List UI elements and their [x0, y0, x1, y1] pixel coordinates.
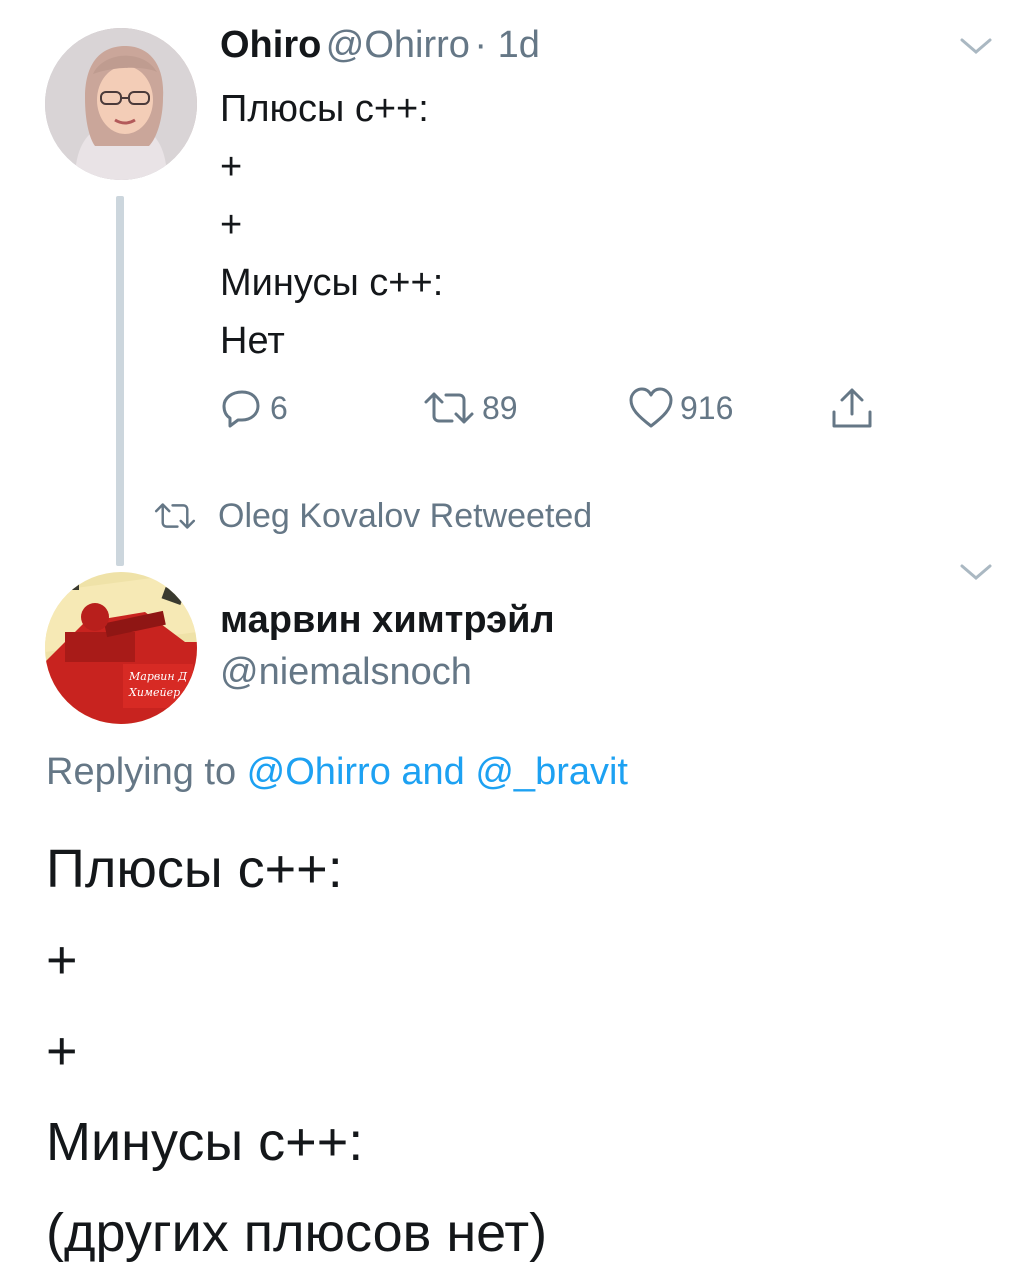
retweet-button[interactable]: 89 — [422, 386, 518, 430]
like-count: 916 — [680, 389, 734, 426]
tweet2-line: (других плюсов нет) — [46, 1203, 548, 1263]
avatar-niemalsnoch[interactable]: Марвин Д Химейер — [45, 572, 197, 724]
replying-to: Replying to @Ohirro and @_bravit — [46, 748, 996, 796]
like-icon — [629, 387, 673, 428]
avatar-ohiro[interactable] — [45, 28, 197, 180]
tweet2-line: + — [46, 1021, 78, 1081]
chevron-down-icon[interactable] — [956, 30, 996, 60]
reply-icon — [222, 390, 260, 428]
tweet1-line: Нет — [220, 320, 285, 362]
share-button[interactable] — [828, 384, 876, 432]
tweet2-handle[interactable]: @niemalsnoch — [220, 646, 960, 698]
tweet1-time[interactable]: · 1d — [474, 24, 539, 66]
retweet-icon — [424, 392, 474, 424]
tweet1-body: Плюсы с++: + + Минусы с++: Нет — [220, 80, 960, 370]
chevron-down-icon[interactable] — [956, 556, 996, 586]
tweet2-line: + — [46, 930, 78, 990]
reply-button[interactable]: 6 — [220, 386, 288, 430]
tweet1-name[interactable]: Ohiro — [220, 24, 321, 66]
tweet1-header: Ohiro @Ohirro · 1d — [220, 24, 960, 72]
share-icon — [832, 388, 872, 428]
tweet1-line: + — [220, 146, 243, 188]
tweet2-line: Минусы с++: — [46, 1112, 364, 1172]
retweet-notice[interactable]: Oleg Kovalov Retweeted — [150, 496, 592, 536]
retweet-count: 89 — [482, 389, 518, 426]
mention-ohirro[interactable]: @Ohirro — [247, 751, 391, 793]
avatar-poster-icon: Марвин Д Химейер — [45, 572, 197, 724]
svg-text:Химейер: Химейер — [128, 686, 180, 699]
replying-and: and — [390, 751, 476, 793]
tweet2-line: Плюсы с++: — [46, 839, 343, 899]
tweet1-line: + — [220, 204, 243, 246]
thread-line — [116, 196, 124, 566]
tweet2-name[interactable]: марвин химтрэйл — [220, 594, 960, 646]
like-button[interactable]: 916 — [628, 386, 733, 430]
retweet-notice-text: Oleg Kovalov Retweeted — [218, 496, 593, 535]
svg-text:Марвин Д: Марвин Д — [128, 670, 188, 683]
replying-prefix: Replying to — [46, 751, 247, 793]
mention-bravit[interactable]: @_bravit — [475, 751, 628, 793]
retweet-icon — [154, 503, 196, 529]
tweet1-line: Минусы с++: — [220, 262, 444, 304]
tweet2-name-block: марвин химтрэйл @niemalsnoch — [220, 594, 960, 698]
avatar-photo-icon — [45, 28, 197, 180]
tweet1-line: Плюсы с++: — [220, 88, 429, 130]
reply-count: 6 — [270, 389, 288, 426]
tweet1-handle[interactable]: @Ohirro — [326, 24, 470, 66]
tweet2-body: Плюсы с++: + + Минусы с++: (других плюсо… — [46, 824, 996, 1279]
